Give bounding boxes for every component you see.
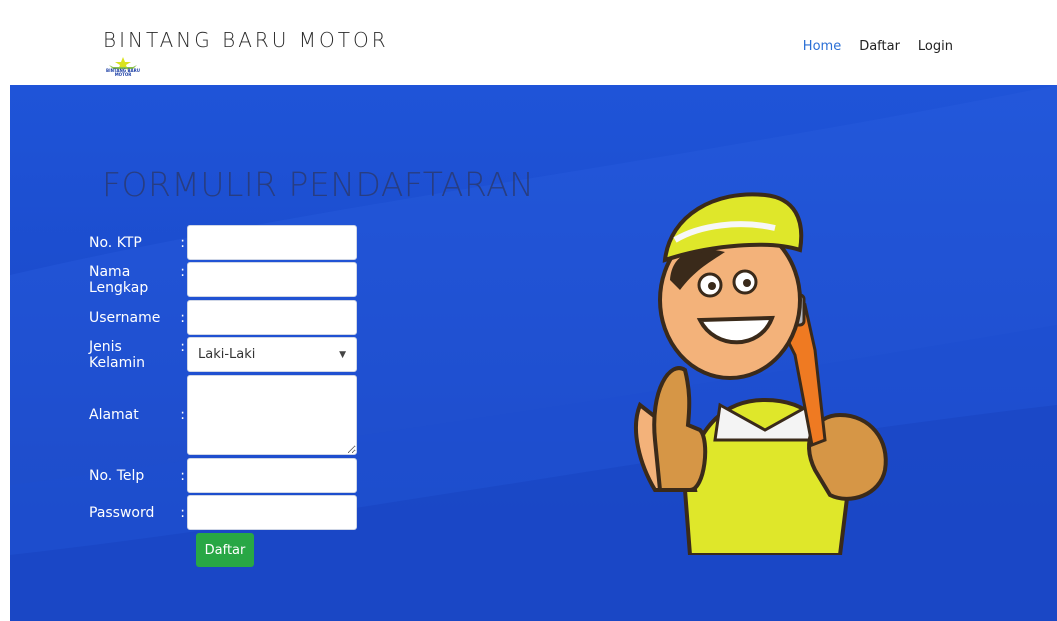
nav-login-link[interactable]: Login <box>918 39 953 54</box>
password-input[interactable] <box>187 495 357 530</box>
telp-label: No. Telp : <box>89 468 187 484</box>
nav-daftar-link[interactable]: Daftar <box>859 39 900 54</box>
brand-title[interactable]: BINTANG BARU MOTOR <box>103 28 389 52</box>
ktp-label-text: No. KTP <box>89 234 142 251</box>
alamat-row: Alamat : <box>89 375 357 455</box>
password-label-text: Password <box>89 504 155 521</box>
nama-label-text: Nama Lengkap <box>89 263 149 296</box>
ktp-row: No. KTP : <box>89 225 357 260</box>
alamat-textarea[interactable] <box>187 375 357 455</box>
username-input[interactable] <box>187 300 357 335</box>
form-title: FORMULIR PENDAFTARAN <box>102 165 535 204</box>
alamat-label-text: Alamat <box>89 407 139 423</box>
brand-logo[interactable]: BINTANG BARU MOTOR <box>103 57 143 77</box>
ktp-input[interactable] <box>187 225 357 260</box>
nama-lengkap-input[interactable] <box>187 262 357 297</box>
hero-section: FORMULIR PENDAFTARAN No. KTP : Nama Leng… <box>10 85 1057 621</box>
jenis-kelamin-row: Jenis Kelamin : Laki-Laki ▼ <box>89 337 357 372</box>
username-label: Username : <box>89 310 187 326</box>
ktp-label: No. KTP : <box>89 235 187 251</box>
username-label-text: Username <box>89 309 161 326</box>
colon: : <box>180 263 185 280</box>
username-row: Username : <box>89 300 357 335</box>
colon: : <box>180 467 185 484</box>
mechanic-illustration <box>633 192 888 555</box>
logo-text: BINTANG BARU MOTOR <box>106 68 140 77</box>
telp-row: No. Telp : <box>89 458 357 493</box>
colon: : <box>180 309 185 326</box>
telp-label-text: No. Telp <box>89 467 145 484</box>
main-nav: Home Daftar Login <box>803 39 953 54</box>
colon: : <box>180 407 185 423</box>
telp-input[interactable] <box>187 458 357 493</box>
nav-home-link[interactable]: Home <box>803 39 841 54</box>
colon: : <box>180 504 185 521</box>
nama-label: Nama Lengkap : <box>89 264 187 296</box>
colon: : <box>180 234 185 251</box>
jenis-kelamin-label-text: Jenis Kelamin <box>89 338 145 371</box>
password-row: Password : <box>89 495 357 530</box>
jenis-kelamin-select[interactable]: Laki-Laki ▼ <box>187 337 357 372</box>
colon: : <box>180 338 185 355</box>
nama-row: Nama Lengkap : <box>89 262 357 297</box>
jenis-kelamin-selected: Laki-Laki <box>198 347 256 362</box>
jenis-kelamin-label: Jenis Kelamin : <box>89 339 187 371</box>
daftar-submit-button[interactable]: Daftar <box>196 533 254 567</box>
alamat-label: Alamat : <box>89 407 187 423</box>
site-header: BINTANG BARU MOTOR BINTANG BARU MOTOR Ho… <box>0 0 1057 85</box>
password-label: Password : <box>89 505 187 521</box>
dropdown-caret-icon: ▼ <box>339 349 346 360</box>
